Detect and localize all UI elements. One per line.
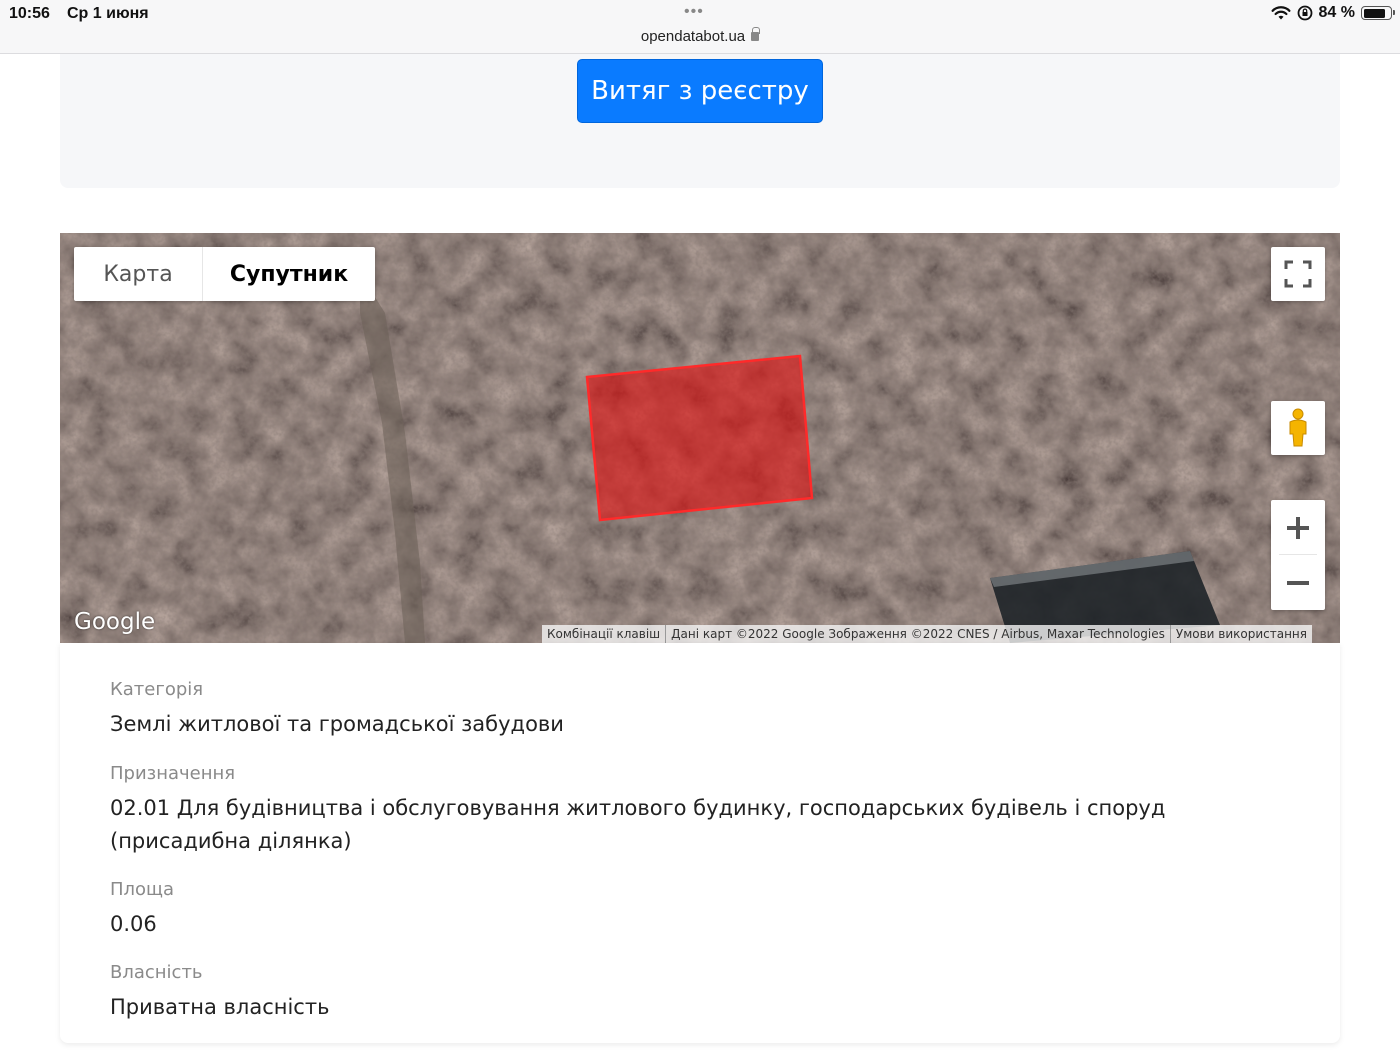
tab-map[interactable]: Карта — [74, 247, 203, 301]
category-label: Категорія — [110, 679, 204, 700]
battery-level — [1363, 8, 1386, 18]
status-bar: 10:56 Ср 1 июня ••• opendatabot.ua 84 % — [0, 0, 1400, 54]
google-logo[interactable]: Google — [74, 609, 155, 635]
zoom-control — [1271, 500, 1325, 610]
lock-icon — [751, 27, 761, 41]
minus-icon — [1287, 580, 1309, 585]
status-date: Ср 1 июня — [67, 5, 149, 22]
tab-satellite[interactable]: Супутник — [203, 247, 375, 301]
status-time: 10:56 — [9, 5, 50, 22]
area-field: Площа 0.06 — [110, 879, 1270, 941]
purpose-value: 02.01 Для будівництва і обслуговування ж… — [110, 796, 1166, 853]
street-view-button[interactable] — [1271, 401, 1325, 455]
zoom-in-button[interactable] — [1271, 500, 1325, 555]
fullscreen-button[interactable] — [1271, 247, 1325, 301]
wifi-icon — [1271, 6, 1291, 20]
category-value: Землі житлової та громадської забудови — [110, 712, 564, 736]
ownership-value: Приватна власність — [110, 995, 330, 1019]
zoom-out-button[interactable] — [1271, 555, 1325, 610]
address-bar[interactable]: opendatabot.ua — [0, 27, 1400, 45]
map-view[interactable]: Карта Супутник Google Комбінації клавіш … — [60, 233, 1340, 643]
battery-percent: 84 % — [1318, 4, 1355, 21]
map-attribution: Комбінації клавіш Дані карт ©2022 Google… — [542, 625, 1312, 643]
category-field: Категорія Землі житлової та громадської … — [110, 679, 1270, 741]
status-indicators: 84 % — [1271, 4, 1395, 22]
area-value: 0.06 — [110, 912, 157, 936]
map-type-control: Карта Супутник — [74, 247, 375, 301]
tab-options-icon[interactable]: ••• — [684, 3, 704, 21]
land-parcel-outline[interactable] — [585, 354, 814, 522]
ownership-label: Власність — [110, 962, 203, 983]
zoom-divider — [1279, 554, 1317, 555]
purpose-label: Призначення — [110, 763, 236, 784]
terms-of-use-link[interactable]: Умови використання — [1169, 625, 1312, 643]
area-label: Площа — [110, 879, 175, 900]
url-text: opendatabot.ua — [640, 28, 746, 45]
purpose-field: Призначення 02.01 Для будівництва і обсл… — [110, 763, 1270, 858]
parcel-details-card: Категорія Землі житлової та громадської … — [60, 643, 1340, 1043]
plus-icon — [1287, 516, 1309, 539]
map-data-credit: Дані карт ©2022 Google Зображення ©2022 … — [665, 625, 1170, 643]
keyboard-shortcuts-link[interactable]: Комбінації клавіш — [542, 625, 665, 643]
ownership-field: Власність Приватна власність — [110, 962, 1270, 1024]
fullscreen-icon — [1284, 260, 1312, 288]
rotation-lock-icon — [1297, 5, 1312, 21]
battery-icon — [1361, 6, 1395, 20]
registry-extract-button[interactable]: Витяг з реєстру — [577, 59, 823, 123]
pegman-icon — [1289, 408, 1307, 447]
